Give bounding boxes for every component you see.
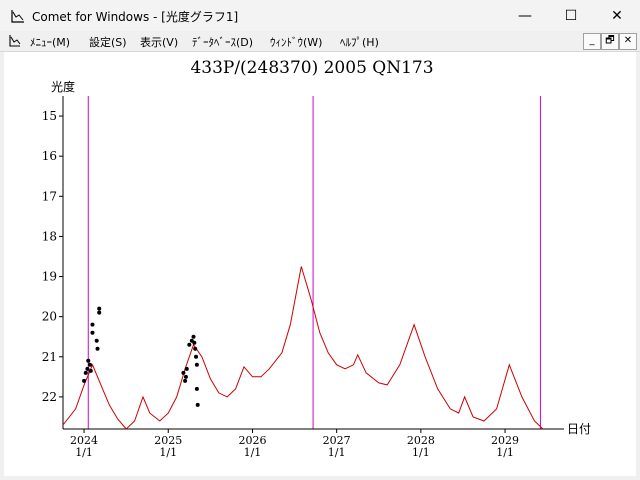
maximize-button[interactable]: ☐ — [548, 0, 594, 31]
observation-point — [97, 306, 102, 311]
chart-title: 433P/(248370) 2005 QN173 — [190, 58, 433, 78]
observation-point — [194, 386, 199, 391]
x-tick-sublabel: 1/1 — [159, 446, 177, 459]
y-tick-label: 17 — [42, 189, 57, 203]
observation-point — [82, 378, 87, 383]
menu-help[interactable]: ﾍﾙﾌﾟ(H) — [340, 34, 379, 50]
observation-point — [183, 374, 188, 379]
menu-view[interactable]: 表示(V) — [140, 34, 178, 50]
mdi-restore-button[interactable]: 🗗 — [601, 33, 619, 50]
y-tick-label: 18 — [42, 229, 57, 243]
y-tick-label: 15 — [42, 109, 57, 123]
observation-point — [187, 342, 192, 347]
observation-point — [90, 330, 95, 335]
y-tick-label: 20 — [42, 310, 57, 324]
y-tick-label: 16 — [42, 149, 57, 163]
x-tick-sublabel: 1/1 — [75, 446, 93, 459]
x-tick-sublabel: 1/1 — [496, 446, 514, 459]
menu-settings[interactable]: 設定(S) — [89, 34, 127, 50]
observation-point — [85, 366, 90, 371]
observation-point — [195, 402, 200, 407]
y-tick-label: 19 — [42, 270, 57, 284]
y-tick-label: 22 — [42, 390, 57, 404]
observation-point — [184, 366, 189, 371]
observation-point — [97, 310, 102, 315]
x-tick-sublabel: 1/1 — [412, 446, 430, 459]
menu-window[interactable]: ｳｨﾝﾄﾞｳ(W) — [270, 34, 322, 50]
document-chart-icon[interactable] — [8, 34, 22, 48]
observation-point — [90, 322, 95, 327]
y-tick-label: 21 — [42, 350, 57, 364]
title-bar: Comet for Windows - [光度グラフ1] — ☐ ✕ — [0, 0, 640, 31]
observation-point — [191, 334, 196, 339]
x-axis-label: 日付 — [567, 422, 591, 436]
y-axis-label: 光度 — [51, 79, 75, 94]
observation-point — [193, 346, 198, 351]
predicted-magnitude-curve — [62, 266, 544, 430]
close-button[interactable]: ✕ — [594, 0, 640, 31]
x-tick-sublabel: 1/1 — [244, 446, 262, 459]
mdi-close-button[interactable]: ✕ — [619, 33, 637, 50]
observation-point — [183, 378, 188, 383]
chart-svg: 433P/(248370) 2005 QN173 光度 日付 15 16 17 18 1… — [42, 58, 591, 459]
app-chart-icon — [11, 10, 24, 23]
menu-bar: ﾒﾆｭｰ(M) 設定(S) 表示(V) ﾃﾞｰﾀﾍﾞｰｽ(D) ｳｨﾝﾄﾞｳ(W… — [0, 31, 640, 52]
observation-point — [88, 368, 93, 373]
light-curve-chart: 433P/(248370) 2005 QN173 光度 日付 15 16 17 18 1… — [4, 52, 636, 476]
observation-point — [86, 358, 91, 363]
window-title: Comet for Windows - [光度グラフ1] — [32, 10, 239, 24]
observation-point — [87, 362, 92, 367]
minimize-button[interactable]: — — [502, 0, 548, 31]
observation-point — [194, 362, 199, 367]
observation-point — [181, 370, 186, 375]
menu-database[interactable]: ﾃﾞｰﾀﾍﾞｰｽ(D) — [192, 34, 253, 50]
observation-point — [95, 346, 100, 351]
mdi-minimize-button[interactable]: _ — [583, 33, 601, 50]
menu-main[interactable]: ﾒﾆｭｰ(M) — [30, 34, 70, 50]
observation-point — [192, 340, 197, 345]
observation-point — [83, 370, 88, 375]
x-tick-sublabel: 1/1 — [328, 446, 346, 459]
observation-point — [194, 354, 199, 359]
observation-point — [94, 338, 99, 343]
